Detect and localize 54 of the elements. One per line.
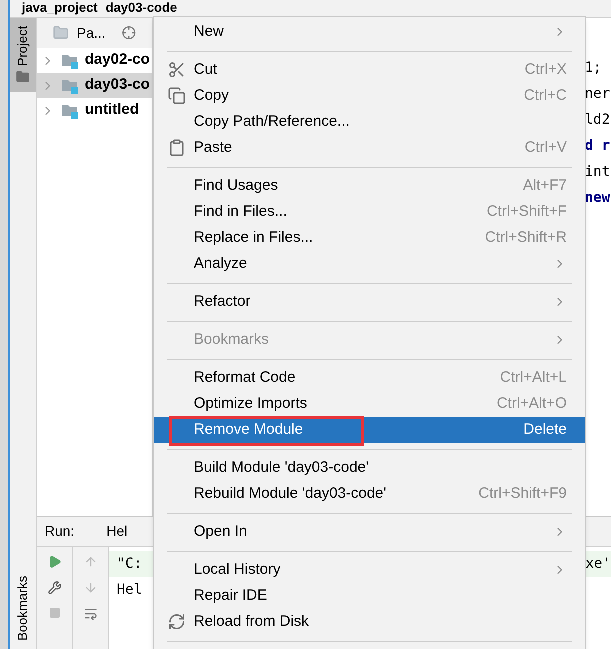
menu-item[interactable]: Open In [154, 519, 585, 545]
arrow-up-icon[interactable] [84, 555, 98, 569]
menu-item[interactable]: Analyze [154, 251, 585, 277]
menu-item[interactable]: Find Usages Alt+F7 [154, 173, 585, 199]
menu-item[interactable]: Paste Ctrl+V [154, 135, 585, 161]
code-line: int [585, 163, 611, 182]
reload-icon [168, 613, 186, 631]
folder-icon [53, 24, 69, 42]
clipboard-icon [168, 139, 186, 157]
breadcrumb-item[interactable]: java_project [22, 0, 98, 15]
tree-item[interactable]: day03-co [37, 73, 152, 98]
run-icon[interactable] [48, 555, 62, 569]
menu-item[interactable]: Find in Files... Ctrl+Shift+F [154, 199, 585, 225]
menu-item[interactable]: New [154, 19, 585, 45]
code-line: ner [585, 85, 611, 104]
folder-icon [16, 70, 30, 84]
menu-item[interactable]: Reload from Disk [154, 609, 585, 635]
wrench-icon[interactable] [48, 581, 62, 595]
menu-item[interactable]: Local History [154, 557, 585, 583]
console-line: xe' [586, 554, 611, 574]
tree-item[interactable]: day02-co [37, 48, 152, 73]
stop-icon[interactable] [48, 607, 60, 619]
module-folder-icon [61, 102, 79, 118]
console-line: "C: [117, 554, 142, 574]
console-line: Hel [117, 580, 142, 600]
run-tab[interactable]: Hel [106, 521, 128, 542]
menu-item[interactable]: Replace in Files... Ctrl+Shift+R [154, 225, 585, 251]
menu-item[interactable]: Refactor [154, 289, 585, 315]
copy-icon [168, 87, 186, 105]
soft-wrap-icon[interactable] [84, 607, 98, 621]
menu-item[interactable]: Optimize Imports Ctrl+Alt+O [154, 391, 585, 417]
menu-item[interactable]: Cut Ctrl+X [154, 57, 585, 83]
menu-item[interactable]: Build Module 'day03-code' [154, 455, 585, 481]
project-tool-tab[interactable]: Project [10, 18, 36, 92]
arrow-down-icon[interactable] [84, 581, 98, 595]
code-line: d r [585, 137, 611, 156]
tree-item[interactable]: untitled [37, 98, 152, 123]
menu-item[interactable]: Repair IDE [154, 583, 585, 609]
menu-item[interactable]: Copy Ctrl+C [154, 83, 585, 109]
run-label: Run: [45, 522, 75, 541]
locate-icon[interactable] [122, 25, 136, 41]
menu-item[interactable]: Reformat Code Ctrl+Alt+L [154, 365, 585, 391]
module-folder-icon [61, 78, 79, 94]
breadcrumb-item[interactable]: day03-code [106, 0, 178, 15]
module-folder-icon [61, 52, 79, 68]
code-line: 1; [585, 59, 603, 78]
code-line: ld2 [585, 111, 611, 130]
menu-item[interactable]: Remove Module Delete [154, 417, 585, 443]
menu-item[interactable]: Rebuild Module 'day03-code' Ctrl+Shift+F9 [154, 481, 585, 507]
panel-view-label[interactable]: Pa... [76, 22, 106, 44]
scissors-icon [168, 61, 186, 79]
code-line: new [585, 189, 611, 208]
bookmarks-tool-tab[interactable]: Bookmarks [10, 568, 36, 649]
menu-item[interactable]: Copy Path/Reference... [154, 109, 585, 135]
